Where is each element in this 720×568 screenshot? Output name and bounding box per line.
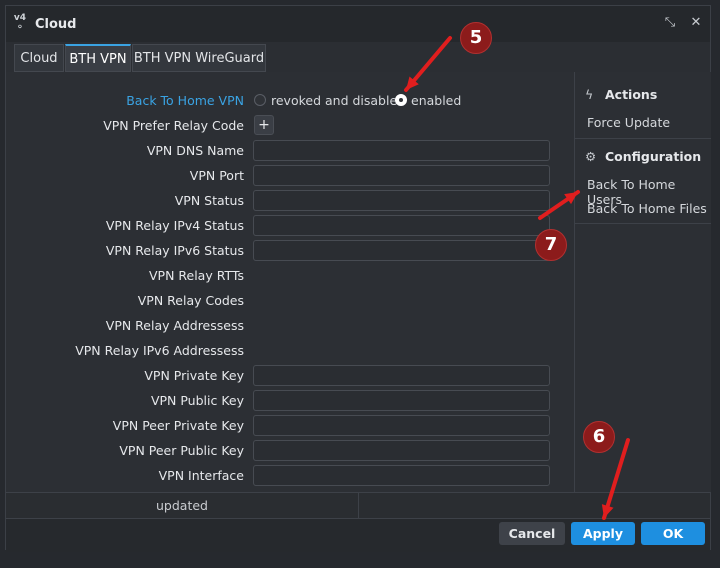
annotation-badge-7: 7	[535, 229, 567, 261]
annotation-arrows	[404, 36, 630, 520]
annotation-badge-6: 6	[583, 421, 615, 453]
annotation-badge-5: 5	[460, 22, 492, 54]
